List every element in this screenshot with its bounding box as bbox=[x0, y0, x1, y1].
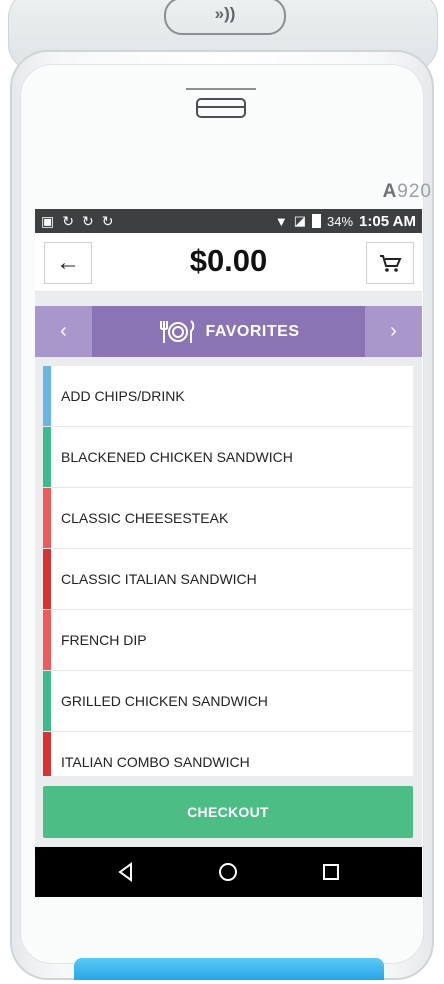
category-bar: ‹ FAVORITES › bbox=[35, 306, 422, 357]
clock: 1:05 AM bbox=[359, 212, 416, 230]
sync-icon: ↻ bbox=[81, 212, 94, 229]
item-color-stripe bbox=[43, 427, 51, 487]
card-slot-icon bbox=[196, 98, 246, 118]
category-name: FAVORITES bbox=[205, 322, 300, 340]
item-color-stripe bbox=[43, 610, 51, 670]
sync-icon: ↻ bbox=[101, 212, 114, 229]
menu-item[interactable]: ADD CHIPS/DRINK bbox=[43, 366, 413, 427]
status-bar: ▣ ↻ ↻ ↻ ▼ ◪ 34% 1:05 AM bbox=[35, 209, 422, 233]
square-recents-icon bbox=[322, 864, 339, 880]
wifi-icon: ▼ bbox=[274, 213, 288, 229]
sync-icon: ↻ bbox=[62, 212, 74, 229]
triangle-back-icon bbox=[118, 862, 133, 882]
cart-button[interactable] bbox=[366, 242, 414, 284]
nav-back-button[interactable] bbox=[106, 852, 146, 892]
menu-item[interactable]: FRENCH DIP bbox=[43, 610, 413, 671]
battery-percent: 34% bbox=[327, 213, 354, 229]
app-header: ← $0.00 bbox=[35, 233, 422, 292]
image-icon: ▣ bbox=[41, 212, 55, 229]
next-category-button[interactable]: › bbox=[365, 306, 422, 357]
nav-recents-button[interactable] bbox=[311, 852, 351, 892]
no-sim-icon: ◪ bbox=[293, 213, 306, 228]
menu-item[interactable]: BLACKENED CHICKEN SANDWICH bbox=[43, 427, 413, 488]
menu-item-list: ADD CHIPS/DRINK BLACKENED CHICKEN SANDWI… bbox=[43, 366, 413, 776]
status-light-strip bbox=[74, 958, 384, 980]
item-color-stripe bbox=[43, 488, 51, 548]
menu-item[interactable]: GRILLED CHICKEN SANDWICH bbox=[43, 671, 413, 732]
battery-icon bbox=[312, 214, 321, 228]
item-color-stripe bbox=[43, 732, 51, 776]
menu-item[interactable]: CLASSIC CHEESESTEAK bbox=[43, 488, 413, 549]
item-color-stripe bbox=[43, 366, 51, 426]
menu-item[interactable]: CLASSIC ITALIAN SANDWICH bbox=[43, 549, 413, 610]
nfc-contactless-icon: »)) bbox=[164, 0, 286, 35]
prev-category-button[interactable]: ‹ bbox=[35, 306, 92, 357]
item-color-stripe bbox=[43, 549, 51, 609]
item-color-stripe bbox=[43, 671, 51, 731]
menu-item[interactable]: ITALIAN COMBO SANDWICH bbox=[43, 732, 413, 776]
order-total: $0.00 bbox=[189, 243, 268, 278]
device-screen: ▣ ↻ ↻ ↻ ▼ ◪ 34% 1:05 AM ← $0.00 ‹ FAVORI… bbox=[35, 209, 422, 897]
nav-home-button[interactable] bbox=[208, 852, 248, 892]
card-insert-guide bbox=[186, 88, 256, 90]
circle-home-icon bbox=[219, 863, 238, 881]
checkout-button[interactable]: CHECKOUT bbox=[43, 786, 413, 838]
model-label: A920 bbox=[382, 181, 432, 202]
android-nav-bar bbox=[35, 847, 422, 897]
utensils-plate-icon bbox=[159, 319, 194, 343]
cart-icon bbox=[380, 255, 402, 272]
category-title: FAVORITES bbox=[92, 306, 365, 357]
